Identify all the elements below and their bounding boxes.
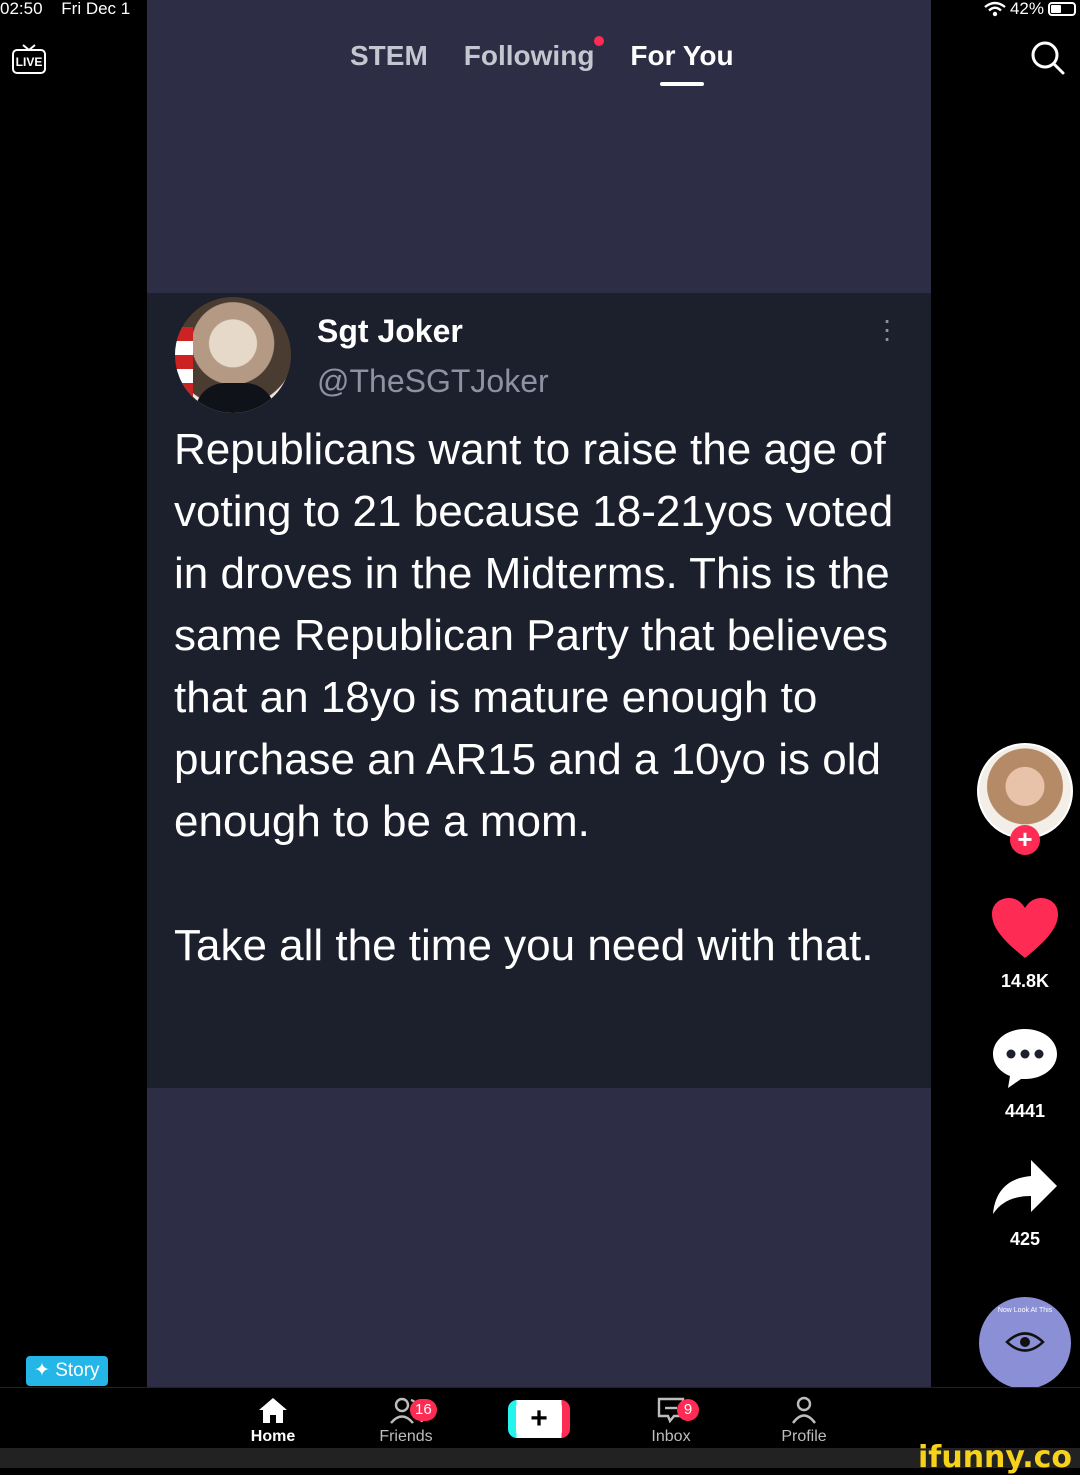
status-time: 02:50 xyxy=(0,0,43,18)
nav-friends[interactable]: Friends 16 xyxy=(346,1396,466,1446)
nav-friends-label: Friends xyxy=(379,1428,433,1445)
comment-button[interactable]: 4441 xyxy=(972,1026,1078,1122)
search-icon[interactable] xyxy=(1030,40,1066,76)
story-label: Story xyxy=(55,1360,100,1381)
home-icon xyxy=(259,1398,287,1423)
story-button[interactable]: ✦ Story xyxy=(26,1356,108,1386)
tweet-paragraph: Republicans want to raise the age of vot… xyxy=(174,425,894,846)
author-avatar xyxy=(175,297,291,413)
creator-avatar[interactable]: + xyxy=(972,743,1078,855)
tab-for-you[interactable]: For You xyxy=(630,40,734,86)
nav-home-label: Home xyxy=(250,1428,296,1445)
status-date: Fri Dec 1 xyxy=(61,0,131,18)
tab-stem[interactable]: STEM xyxy=(350,40,428,72)
wifi-icon xyxy=(984,1,1006,17)
tweet-paragraph: Take all the time you need with that. xyxy=(174,921,874,970)
live-icon[interactable]: LIVE xyxy=(12,44,46,74)
battery-icon xyxy=(1048,2,1076,16)
notification-dot xyxy=(594,36,605,46)
nav-inbox-label: Inbox xyxy=(651,1428,691,1445)
battery-percent: 42% xyxy=(1009,0,1044,18)
follow-plus-icon[interactable]: + xyxy=(1010,825,1040,855)
nav-inbox[interactable]: Inbox 9 xyxy=(611,1396,731,1446)
tab-following[interactable]: Following xyxy=(463,36,605,72)
share-icon xyxy=(993,1160,1057,1214)
like-count: 14.8K xyxy=(1000,971,1050,991)
watermark: ifunny.co xyxy=(918,1440,1072,1475)
profile-icon xyxy=(792,1396,816,1424)
sparkle-icon: ✦ xyxy=(34,1360,50,1381)
eye-icon xyxy=(1005,1332,1045,1352)
heart-icon xyxy=(992,898,1058,958)
author-name: Sgt Joker xyxy=(317,313,463,349)
like-button[interactable]: 14.8K xyxy=(972,896,1078,992)
sound-disc-text: Now Look At This xyxy=(997,1307,1053,1314)
nav-home[interactable]: Home xyxy=(213,1396,333,1446)
tweet-card: Sgt Joker @TheSGTJoker · · · Republicans w… xyxy=(147,293,931,1088)
tab-following-label: Following xyxy=(463,40,595,71)
more-options-icon: · · · xyxy=(882,304,892,353)
sound-disc[interactable]: Now Look At This xyxy=(979,1297,1071,1389)
top-nav: LIVE STEM Following For You xyxy=(0,36,1080,96)
comment-count: 4441 xyxy=(1004,1101,1046,1121)
share-button[interactable]: 425 xyxy=(972,1158,1078,1250)
tweet-text: Republicans want to raise the age of vot… xyxy=(174,419,924,977)
nav-profile[interactable]: Profile xyxy=(744,1396,864,1446)
friends-badge: 16 xyxy=(410,1399,437,1421)
plus-icon: + xyxy=(516,1400,562,1438)
nav-profile-label: Profile xyxy=(781,1428,827,1445)
comment-icon xyxy=(993,1029,1057,1088)
create-button[interactable]: + xyxy=(508,1400,570,1438)
live-label: LIVE xyxy=(16,55,43,69)
inbox-badge: 9 xyxy=(677,1399,699,1421)
share-count: 425 xyxy=(1009,1229,1041,1249)
author-handle: @TheSGTJoker xyxy=(317,363,549,399)
